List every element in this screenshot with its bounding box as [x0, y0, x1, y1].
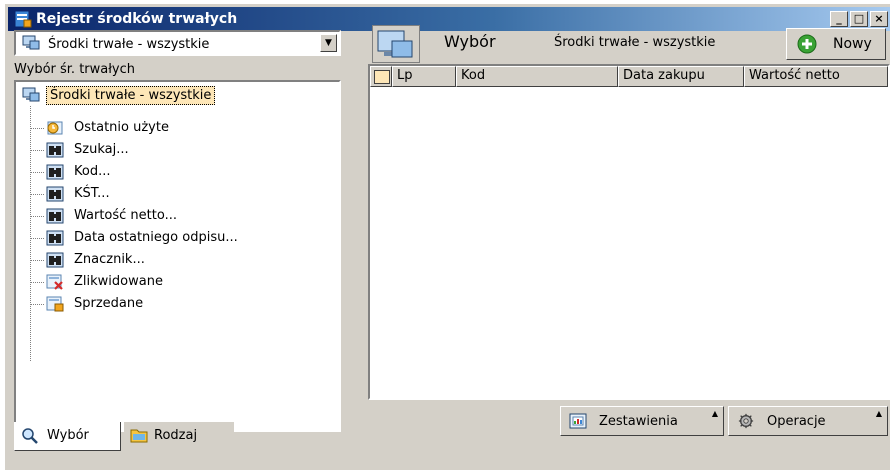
new-button-label: Nowy [833, 36, 872, 52]
tree-connector [30, 128, 44, 129]
tree-item-label: Kod... [74, 164, 111, 179]
reports-label: Zestawienia [599, 414, 678, 429]
tree-item-search[interactable]: Szukaj... [46, 140, 336, 160]
right-toolbar: Wybór Środki trwałe - wszystkie Nowy [364, 0, 886, 63]
current-filter: Środki trwałe - wszystkie [554, 35, 716, 50]
tree-item-label: Data ostatniego odpisu... [74, 230, 238, 245]
section-label: Wybór śr. trwałych [14, 62, 136, 77]
right-pane: Wybór Środki trwałe - wszystkie Nowy Lp … [364, 0, 890, 436]
column-data-zakupu[interactable]: Data zakupu [618, 66, 744, 87]
select-all-checkbox[interactable] [374, 70, 390, 84]
tree-item-label: Wartość netto... [74, 208, 177, 223]
left-pane: Środki trwałe - wszystkie ▼ Wybór śr. tr… [8, 0, 356, 451]
tree-item-label: Zlikwidowane [74, 274, 163, 289]
tree-connector [30, 282, 44, 283]
tree-connector [30, 150, 44, 151]
tree-item-net-value[interactable]: Wartość netto... [46, 206, 336, 226]
binoculars-icon [46, 230, 64, 246]
tree-item-code[interactable]: Kod... [46, 162, 336, 182]
tree-connector [30, 194, 44, 195]
combo-value: Środki trwałe - wszystkie [48, 37, 210, 52]
tree-item-label: KŚT... [74, 186, 110, 201]
assets-grid[interactable]: Lp Kod Data zakupu Wartość netto [368, 64, 890, 400]
caret-up-icon: ▲ [875, 409, 882, 418]
tree-item-label: Sprzedane [74, 296, 144, 311]
binoculars-icon [46, 252, 64, 268]
tab-wybor[interactable]: Wybór [14, 422, 121, 451]
tree-item-sold[interactable]: Sprzedane [46, 294, 336, 314]
folder-icon [130, 429, 148, 443]
caret-up-icon: ▲ [711, 409, 718, 418]
binoculars-icon [46, 142, 64, 158]
liquidated-icon [46, 274, 63, 290]
tree-item-label: Ostatnio użyte [74, 120, 169, 135]
tree-connector [30, 304, 44, 305]
magnifier-icon [22, 428, 38, 444]
operations-button[interactable]: Operacje ▲ [728, 406, 888, 436]
column-wartosc-netto[interactable]: Wartość netto [744, 66, 888, 87]
tree-item-last-depreciation[interactable]: Data ostatniego odpisu... [46, 228, 336, 248]
recent-icon [47, 121, 63, 135]
gear-icon [738, 413, 754, 429]
report-icon [569, 413, 587, 429]
new-button[interactable]: Nowy [786, 28, 886, 60]
tab-label: Wybór [47, 428, 89, 443]
dropdown-arrow-icon[interactable]: ▼ [320, 34, 337, 52]
tree-connector [30, 106, 31, 361]
binoculars-icon [46, 186, 64, 202]
bottom-toolbar: Zestawienia ▲ Operacje ▲ [364, 400, 890, 436]
tree-item-recent[interactable]: Ostatnio użyte [46, 118, 336, 138]
tree-root-label: Środki trwałe - wszystkie [46, 86, 216, 105]
plus-icon [797, 34, 817, 54]
column-kod[interactable]: Kod [456, 66, 618, 87]
left-tabs: Wybór Rodzaj [14, 418, 341, 451]
tree-connector [30, 172, 44, 173]
binoculars-icon [46, 208, 64, 224]
tab-label: Rodzaj [154, 428, 198, 443]
tree-item-marker[interactable]: Znacznik... [46, 250, 336, 270]
tree-connector [30, 216, 44, 217]
tree-connector [30, 260, 44, 261]
binoculars-icon [46, 164, 64, 180]
selection-view-icon[interactable] [372, 25, 420, 63]
operations-label: Operacje [767, 414, 826, 429]
tree-connector [30, 238, 44, 239]
tree-item-label: Znacznik... [74, 252, 145, 267]
computer-icon [22, 87, 40, 102]
filter-combo[interactable]: Środki trwałe - wszystkie ▼ [14, 30, 341, 56]
column-lp[interactable]: Lp [392, 66, 456, 87]
grid-header: Lp Kod Data zakupu Wartość netto [370, 66, 888, 87]
tree-item-liquidated[interactable]: Zlikwidowane [46, 272, 336, 292]
pane-splitter[interactable] [356, 32, 362, 467]
tree-item-label: Szukaj... [74, 142, 129, 157]
selection-title: Wybór [444, 32, 496, 51]
sold-icon [46, 296, 64, 312]
column-select-all[interactable] [370, 66, 392, 87]
tree-item-kst[interactable]: KŚT... [46, 184, 336, 204]
selection-tree[interactable]: Środki trwałe - wszystkie Ostatnio użyte… [14, 80, 341, 432]
tab-rodzaj[interactable]: Rodzaj [124, 422, 234, 451]
computer-icon [22, 35, 40, 50]
reports-button[interactable]: Zestawienia ▲ [560, 406, 724, 436]
